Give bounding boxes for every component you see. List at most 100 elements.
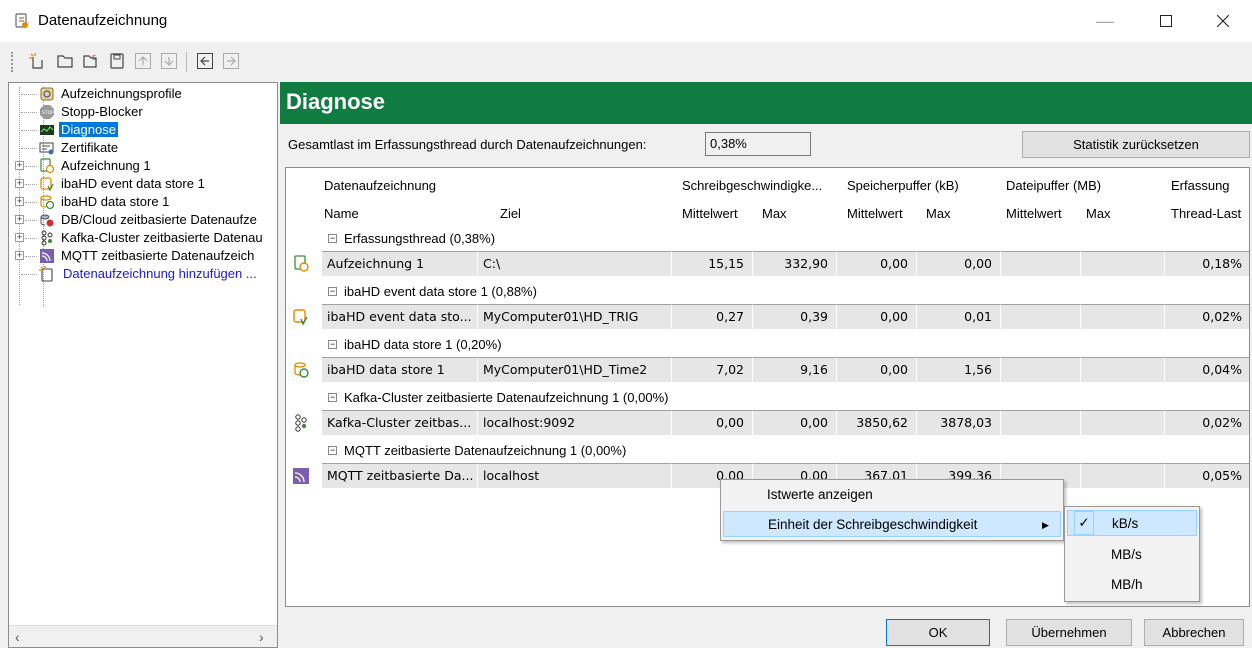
expand-icon[interactable]: + <box>15 197 24 206</box>
menu-item-label: Einheit der Schreibgeschwindigkeit <box>768 517 978 532</box>
header-mb-avg[interactable]: Mittelwert <box>847 206 903 221</box>
cell-name: Aufzeichnung 1 <box>322 251 478 277</box>
cell-load: 0,04% <box>1165 357 1249 383</box>
save-icon[interactable] <box>108 52 126 70</box>
ok-button[interactable]: OK <box>886 619 990 646</box>
expand-icon[interactable]: + <box>15 233 24 242</box>
header-fb-max[interactable]: Max <box>1086 206 1111 221</box>
header-target[interactable]: Ziel <box>500 206 521 221</box>
cell-fb-avg <box>1001 251 1081 277</box>
menu-item-label: MB/h <box>1111 577 1143 592</box>
tree-horizontal-scrollbar[interactable]: ‹ › <box>9 625 277 647</box>
group-header[interactable]: − MQTT zeitbasierte Datenaufzeichnung 1 (… <box>322 440 1249 462</box>
cell-name: ibaHD event data sto... <box>322 304 478 330</box>
collapse-icon[interactable]: − <box>328 446 337 455</box>
header-name[interactable]: Name <box>324 206 359 221</box>
move-up-icon[interactable] <box>134 52 152 70</box>
menu-item-mbs[interactable]: MB/s <box>1067 542 1197 568</box>
apply-button[interactable]: Übernehmen <box>1006 619 1132 646</box>
collapse-icon[interactable]: − <box>328 234 337 243</box>
header-fb-avg[interactable]: Mittelwert <box>1006 206 1062 221</box>
header-ws-avg[interactable]: Mittelwert <box>682 206 738 221</box>
recording-icon <box>294 255 309 272</box>
close-button[interactable] <box>1200 0 1246 42</box>
certificate-icon <box>39 142 54 155</box>
cell-fb-avg <box>1001 304 1081 330</box>
window: Datenaufzeichnung — S Aufzeichnungsprofi… <box>0 0 1252 648</box>
minimize-button[interactable]: — <box>1082 0 1128 42</box>
cell-fb-max <box>1081 251 1165 277</box>
header-thread-load[interactable]: Thread-Last <box>1171 206 1241 221</box>
table-row[interactable]: ibaHD data store 1 MyComputer01\HD_Time2 7… <box>322 357 1249 383</box>
tree-item-profiles[interactable]: Aufzeichnungsprofile <box>9 85 277 103</box>
cell-fb-max <box>1081 410 1165 436</box>
maximize-button[interactable] <box>1143 0 1189 42</box>
cell-load: 0,02% <box>1165 410 1249 436</box>
cell-mb-avg: 0,00 <box>837 251 917 277</box>
total-load-label: Gesamtlast im Erfassungsthread durch Dat… <box>288 137 647 152</box>
group-header[interactable]: − ibaHD data store 1 (0,20%) <box>322 334 1249 356</box>
menu-item-show-actual-values[interactable]: Istwerte anzeigen <box>723 482 1061 508</box>
scroll-right-icon[interactable]: › <box>259 629 264 645</box>
header-ws-max[interactable]: Max <box>762 206 787 221</box>
table-row[interactable]: Aufzeichnung 1 C:\ 15,15 332,90 0,00 0,00 0,18… <box>322 251 1249 277</box>
menu-item-kbs[interactable]: ✓ kB/s <box>1067 510 1197 536</box>
stop-icon: STOP <box>40 105 54 119</box>
context-menu: Istwerte anzeigen Einheit der Schreibges… <box>720 479 1064 541</box>
tree-item-mqtt[interactable]: + MQTT zeitbasierte Datenaufzeich <box>9 247 277 265</box>
menu-item-write-speed-unit[interactable]: Einheit der Schreibgeschwindigkeit ▶ <box>723 511 1061 537</box>
expand-icon[interactable]: + <box>15 251 24 260</box>
cancel-button[interactable]: Abbrechen <box>1144 619 1244 646</box>
cell-target: MyComputer01\HD_TRIG <box>478 304 672 330</box>
collapse-icon[interactable]: − <box>328 340 337 349</box>
navigation-tree[interactable]: Aufzeichnungsprofile STOP Stopp-Blocker … <box>8 82 278 648</box>
hd-data-store-icon <box>294 362 309 378</box>
new-item-icon[interactable] <box>28 52 46 70</box>
toolbar-grip <box>11 52 13 72</box>
tree-item-certificates[interactable]: Zertifikate <box>9 139 277 157</box>
open-folder-icon[interactable] <box>56 52 74 70</box>
group-title: MQTT zeitbasierte Datenaufzeichnung 1 (0… <box>344 443 627 458</box>
group-header[interactable]: − ibaHD event data store 1 (0,88%) <box>322 281 1249 303</box>
move-right-icon[interactable] <box>222 52 240 70</box>
header-mb-max[interactable]: Max <box>926 206 951 221</box>
tree-item-diagnose[interactable]: Diagnose <box>9 121 277 139</box>
group-title: ibaHD data store 1 (0,20%) <box>344 337 502 352</box>
table-row[interactable]: Kafka-Cluster zeitbas... localhost:9092 0,… <box>322 410 1249 436</box>
toolbar-separator <box>186 52 187 72</box>
expand-icon[interactable]: + <box>15 161 24 170</box>
move-down-icon[interactable] <box>160 52 178 70</box>
cell-ws-max: 0,39 <box>753 304 837 330</box>
mqtt-icon <box>40 249 54 263</box>
tree-item-hd-event-store[interactable]: + ibaHD event data store 1 <box>9 175 277 193</box>
cell-name: Kafka-Cluster zeitbas... <box>322 410 478 436</box>
menu-item-label: kB/s <box>1112 516 1139 531</box>
move-left-icon[interactable] <box>196 52 214 70</box>
cell-ws-max: 9,16 <box>753 357 837 383</box>
reset-statistics-button[interactable]: Statistik zurücksetzen <box>1022 131 1250 158</box>
cell-target: localhost <box>478 463 672 489</box>
cell-ws-avg: 7,02 <box>672 357 753 383</box>
tree-item-recording-1[interactable]: + Aufzeichnung 1 <box>9 157 277 175</box>
menu-item-mbh[interactable]: MB/h <box>1067 572 1197 598</box>
tree-item-kafka[interactable]: + Kafka-Cluster zeitbasierte Datenau <box>9 229 277 247</box>
tree-item-hd-data-store[interactable]: + ibaHD data store 1 <box>9 193 277 211</box>
tree-item-stop-blocker[interactable]: STOP Stopp-Blocker <box>9 103 277 121</box>
scroll-left-icon[interactable]: ‹ <box>15 629 20 645</box>
open-script-icon[interactable]: S <box>82 52 100 70</box>
collapse-icon[interactable]: − <box>328 287 337 296</box>
header-memory-buffer: Speicherpuffer (kB) <box>847 178 959 193</box>
window-title: Datenaufzeichnung <box>38 12 168 29</box>
group-header[interactable]: − Erfassungsthread (0,38%) <box>322 228 1249 250</box>
tree-item-add-recording[interactable]: Datenaufzeichnung hinzufügen ... <box>9 265 277 283</box>
expand-icon[interactable]: + <box>15 215 24 224</box>
collapse-icon[interactable]: − <box>328 393 337 402</box>
table-row[interactable]: ibaHD event data sto... MyComputer01\HD_T… <box>322 304 1249 330</box>
tree-item-db-cloud[interactable]: + DB/Cloud zeitbasierte Datenaufze <box>9 211 277 229</box>
expand-icon[interactable]: + <box>15 179 24 188</box>
app-icon <box>15 13 28 28</box>
hd-event-store-icon <box>40 177 54 192</box>
group-header[interactable]: − Kafka-Cluster zeitbasierte Datenaufzeic… <box>322 387 1249 409</box>
cell-name: MQTT zeitbasierte Da... <box>322 463 478 489</box>
header-file-buffer: Dateipuffer (MB) <box>1006 178 1102 193</box>
